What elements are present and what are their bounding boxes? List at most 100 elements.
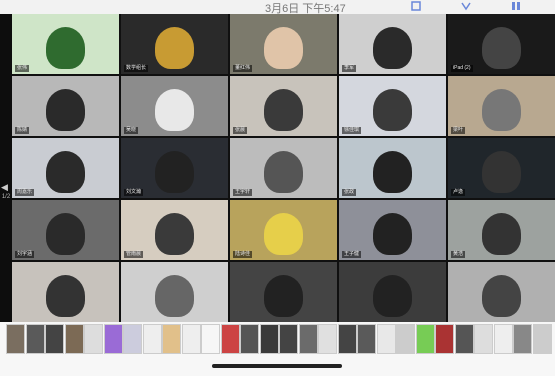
- app-thumbnail[interactable]: [162, 324, 181, 354]
- app-thumbnail[interactable]: [84, 324, 103, 354]
- participant-tile[interactable]: 陈婧: [12, 76, 119, 136]
- participant-name: 李军: [342, 65, 357, 72]
- page-indicator: 1/2: [1, 194, 11, 200]
- participant-tile[interactable]: 刘宇涵: [12, 200, 119, 260]
- participant-video: [264, 275, 303, 317]
- participant-video: [264, 89, 303, 131]
- left-control-strip: ◀ 1/2: [0, 14, 12, 322]
- participant-name: 张政: [342, 189, 357, 196]
- app-thumbnail[interactable]: [435, 324, 454, 354]
- participant-tile[interactable]: 陆诗佳: [230, 200, 337, 260]
- participant-name: 董红伟: [233, 65, 253, 72]
- app-thumbnail[interactable]: [182, 324, 201, 354]
- participant-video: [373, 27, 412, 69]
- participant-video: [46, 275, 85, 317]
- participant-tile[interactable]: 梁叶: [448, 76, 555, 136]
- participant-name: 周嘉乐: [15, 189, 35, 196]
- participant-name: 刘文瀚: [124, 189, 144, 196]
- app-thumbnail[interactable]: [299, 324, 318, 354]
- app-thumbnail[interactable]: [104, 324, 123, 354]
- participant-video: [155, 89, 194, 131]
- participant-name: 梁叶: [451, 127, 466, 134]
- participant-video: [155, 213, 194, 255]
- participant-video: [482, 89, 521, 131]
- participant-tile[interactable]: [230, 262, 337, 322]
- participant-tile[interactable]: 吴晓: [121, 76, 228, 136]
- app-thumbnail[interactable]: [65, 324, 84, 354]
- participant-tile[interactable]: 刘文瀚: [121, 138, 228, 198]
- participant-tile[interactable]: [121, 262, 228, 322]
- app-thumbnail[interactable]: [6, 324, 25, 354]
- participant-name: 徐佳琪: [342, 127, 362, 134]
- participant-video: [46, 89, 85, 131]
- participant-tile[interactable]: 张伟: [12, 14, 119, 74]
- home-indicator[interactable]: [212, 364, 342, 368]
- participant-name: 卢逸: [451, 189, 466, 196]
- participant-tile[interactable]: 周嘉乐: [12, 138, 119, 198]
- participant-tile[interactable]: 黄浩: [448, 200, 555, 260]
- participant-name: 黄浩: [451, 251, 466, 258]
- participant-video: [373, 213, 412, 255]
- participant-video: [482, 27, 521, 69]
- participant-tile[interactable]: [448, 262, 555, 322]
- participant-tile[interactable]: 徐佳琪: [339, 76, 446, 136]
- app-thumbnail[interactable]: [494, 324, 513, 354]
- participant-name: 吴晓: [124, 127, 139, 134]
- app-thumbnail[interactable]: [260, 324, 279, 354]
- app-thumbnail[interactable]: [143, 324, 162, 354]
- status-bar: 3月6日 下午5:47: [0, 0, 555, 15]
- participant-name: 陈婧: [15, 127, 30, 134]
- page-left-icon[interactable]: ◀: [1, 182, 8, 193]
- participant-tile[interactable]: 李军: [339, 14, 446, 74]
- participant-video: [264, 151, 303, 193]
- participant-name: 张晨: [233, 127, 248, 134]
- participant-video: [373, 151, 412, 193]
- participant-tile[interactable]: 张政: [339, 138, 446, 198]
- participant-name: 张伟: [15, 65, 30, 72]
- participant-tile[interactable]: [12, 262, 119, 322]
- participant-tile[interactable]: [339, 262, 446, 322]
- participant-video: [46, 151, 85, 193]
- app-thumbnail[interactable]: [279, 324, 298, 354]
- participant-name: 管雨晨: [124, 251, 144, 258]
- participant-tile[interactable]: 王宇轩: [230, 138, 337, 198]
- participant-tile[interactable]: 董红伟: [230, 14, 337, 74]
- participant-video: [46, 213, 85, 255]
- app-thumbnail[interactable]: [377, 324, 396, 354]
- participant-name: iPad (2): [451, 65, 473, 72]
- app-thumbnail[interactable]: [123, 324, 142, 354]
- participant-tile[interactable]: 王子健: [339, 200, 446, 260]
- app-thumbnail[interactable]: [338, 324, 357, 354]
- participant-name: 数学组长: [124, 65, 149, 72]
- participant-name: 王子健: [342, 251, 362, 258]
- app-thumbnail[interactable]: [357, 324, 376, 354]
- participant-video: [373, 89, 412, 131]
- participant-tile[interactable]: 管雨晨: [121, 200, 228, 260]
- app-thumbnail[interactable]: [221, 324, 240, 354]
- participant-tile[interactable]: iPad (2): [448, 14, 555, 74]
- app-thumbnail[interactable]: [455, 324, 474, 354]
- participant-tile[interactable]: 张晨: [230, 76, 337, 136]
- app-thumbnail[interactable]: [240, 324, 259, 354]
- participant-video: [264, 27, 303, 69]
- participant-name: 王宇轩: [233, 189, 253, 196]
- app-thumbnail[interactable]: [318, 324, 337, 354]
- participant-tile[interactable]: 卢逸: [448, 138, 555, 198]
- app-thumbnail[interactable]: [26, 324, 45, 354]
- app-thumbnail[interactable]: [416, 324, 435, 354]
- participant-video: [482, 275, 521, 317]
- screen-record-icon: [411, 1, 421, 11]
- app-thumbnail[interactable]: [45, 324, 64, 354]
- app-thumbnail[interactable]: [513, 324, 532, 354]
- app-thumbnail[interactable]: [201, 324, 220, 354]
- app-thumbnail[interactable]: [396, 324, 415, 354]
- participant-video: [155, 275, 194, 317]
- participant-tile[interactable]: 数学组长: [121, 14, 228, 74]
- app-thumbnail[interactable]: [533, 324, 552, 354]
- participant-video: [155, 27, 194, 69]
- participant-name: 刘宇涵: [15, 251, 35, 258]
- app-thumbnail[interactable]: [474, 324, 493, 354]
- participant-video: [482, 213, 521, 255]
- participant-video: [373, 275, 412, 317]
- participant-video: [46, 27, 85, 69]
